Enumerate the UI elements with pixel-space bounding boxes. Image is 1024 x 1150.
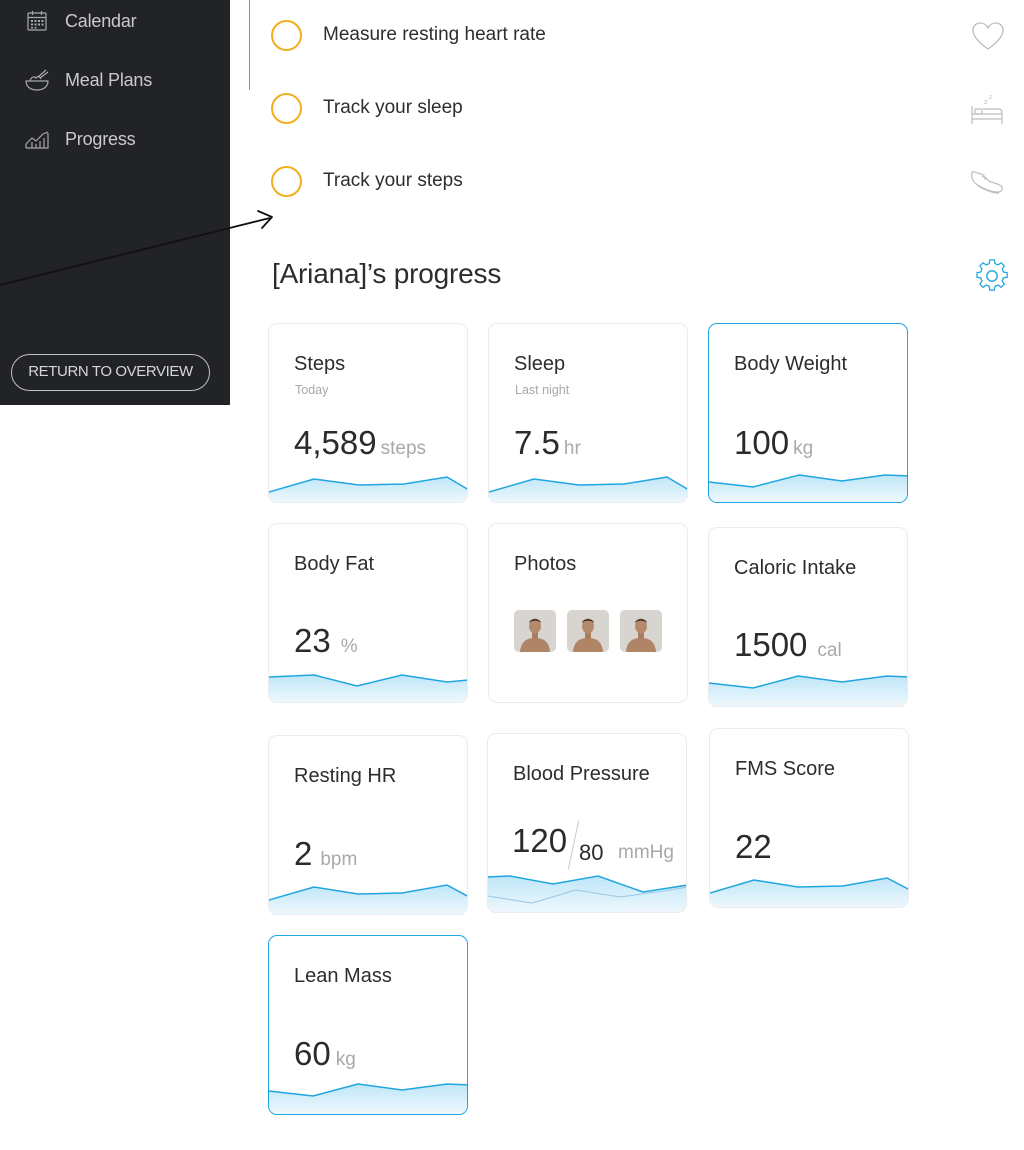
sleep-value: 7.5 xyxy=(514,424,560,461)
blood-pressure-sparkline xyxy=(488,875,686,912)
card-value: 1500 cal xyxy=(734,626,842,664)
calendar-icon xyxy=(24,8,50,34)
card-title: Resting HR xyxy=(294,765,397,787)
resting-hr-card[interactable]: Resting HR 2 bpm xyxy=(268,735,468,915)
task-label: Measure resting heart rate xyxy=(323,24,546,45)
sidebar-item-label: Progress xyxy=(65,128,136,149)
task-checkbox[interactable] xyxy=(271,19,302,51)
task-label: Track your sleep xyxy=(323,97,463,118)
lean-mass-value: 60 xyxy=(294,1035,331,1072)
sidebar-item-calendar[interactable]: Calendar xyxy=(24,6,137,36)
caloric-intake-unit: cal xyxy=(817,640,842,661)
body-weight-value: 100 xyxy=(734,424,790,461)
sidebar-item-meal-plans[interactable]: Meal Plans xyxy=(24,65,152,95)
steps-unit: steps xyxy=(380,438,427,459)
resting-hr-value: 2 xyxy=(294,835,313,872)
card-value: 100 kg xyxy=(734,424,813,462)
lean-mass-sparkline xyxy=(269,1083,467,1114)
resting-hr-unit: bpm xyxy=(320,849,358,870)
caloric-intake-value: 1500 xyxy=(734,626,808,663)
sneaker-icon[interactable] xyxy=(969,163,1005,199)
card-title: Body Fat xyxy=(294,553,375,575)
fms-score-value: 22 xyxy=(735,828,772,865)
card-value: 7.5 hr xyxy=(514,424,581,462)
task-track-sleep[interactable]: Track your sleep xyxy=(271,92,463,124)
progress-title: [Ariana]’s progress xyxy=(272,258,502,289)
lean-mass-unit: kg xyxy=(335,1049,356,1070)
task-checkbox[interactable] xyxy=(271,92,302,124)
fms-score-sparkline xyxy=(710,877,908,907)
svg-text:z: z xyxy=(989,94,992,101)
photos-card[interactable]: Photos xyxy=(488,523,688,703)
gear-icon[interactable] xyxy=(974,258,1010,294)
return-to-overview-button[interactable]: RETURN TO OVERVIEW xyxy=(11,354,210,391)
sleep-sparkline xyxy=(489,476,687,502)
heart-icon[interactable] xyxy=(970,18,1006,54)
meal-bowl-icon xyxy=(24,67,50,93)
card-title: Steps xyxy=(294,353,346,375)
card-value: 2 bpm xyxy=(294,835,357,873)
body-fat-value: 23 xyxy=(294,622,331,659)
divider-line xyxy=(249,0,250,90)
value-divider xyxy=(567,820,580,870)
card-title: FMS Score xyxy=(735,758,836,780)
progress-chart-icon xyxy=(24,126,50,152)
blood-pressure-value: 120 80 mmHg xyxy=(512,820,686,870)
steps-sparkline xyxy=(269,476,467,502)
task-checkbox[interactable] xyxy=(271,165,302,197)
body-weight-card[interactable]: Body Weight 100 kg xyxy=(708,323,908,503)
photo-thumbnails xyxy=(514,610,662,652)
card-title: Body Weight xyxy=(734,353,848,375)
card-title: Photos xyxy=(514,553,577,575)
body-fat-card[interactable]: Body Fat 23% xyxy=(268,523,468,703)
body-fat-sparkline xyxy=(269,674,467,702)
body-weight-sparkline xyxy=(709,474,907,502)
sidebar-item-label: Calendar xyxy=(65,10,137,31)
card-value: 23% xyxy=(294,622,358,660)
steps-value: 4,589 xyxy=(294,424,377,461)
fms-score-card[interactable]: FMS Score 22 xyxy=(709,728,909,908)
card-subtitle: Today xyxy=(295,383,329,397)
progress-photo-thumbnail[interactable] xyxy=(620,610,662,652)
diastolic-value: 80 xyxy=(579,840,604,865)
caloric-intake-sparkline xyxy=(709,675,907,706)
card-title: Lean Mass xyxy=(294,965,392,987)
caloric-intake-card[interactable]: Caloric Intake 1500 cal xyxy=(708,527,908,707)
card-title: Sleep xyxy=(514,353,566,375)
svg-text:z: z xyxy=(984,98,988,106)
sidebar-item-progress[interactable]: Progress xyxy=(24,124,136,154)
progress-photo-thumbnail[interactable] xyxy=(567,610,609,652)
card-subtitle: Last night xyxy=(515,383,570,397)
sleep-card[interactable]: Sleep Last night 7.5 hr xyxy=(488,323,688,503)
body-fat-unit: % xyxy=(340,636,358,657)
progress-photo-thumbnail[interactable] xyxy=(514,610,556,652)
blood-pressure-card[interactable]: Blood Pressure 120 80 mmHg xyxy=(487,733,687,913)
sidebar-item-label: Meal Plans xyxy=(65,69,153,90)
card-value: 4,589 steps xyxy=(294,424,426,462)
card-title: Blood Pressure xyxy=(513,763,650,785)
card-value: 60 kg xyxy=(294,1035,356,1073)
task-track-steps[interactable]: Track your steps xyxy=(271,165,463,197)
task-measure-resting-heart-rate[interactable]: Measure resting heart rate xyxy=(271,19,546,51)
blood-pressure-unit: mmHg xyxy=(618,842,674,863)
systolic-value: 120 xyxy=(512,822,568,859)
card-value: 22 xyxy=(735,828,772,866)
sidebar: Calendar Meal Plans Progress RETURN TO O… xyxy=(0,0,230,405)
sleep-unit: hr xyxy=(563,438,581,459)
body-weight-unit: kg xyxy=(793,438,814,459)
sleep-bed-icon[interactable]: z z xyxy=(969,91,1005,127)
card-title: Caloric Intake xyxy=(734,557,857,579)
resting-hr-sparkline xyxy=(269,884,467,914)
task-label: Track your steps xyxy=(323,170,463,191)
steps-card[interactable]: Steps Today 4,589 steps xyxy=(268,323,468,503)
lean-mass-card[interactable]: Lean Mass 60 kg xyxy=(268,935,468,1115)
